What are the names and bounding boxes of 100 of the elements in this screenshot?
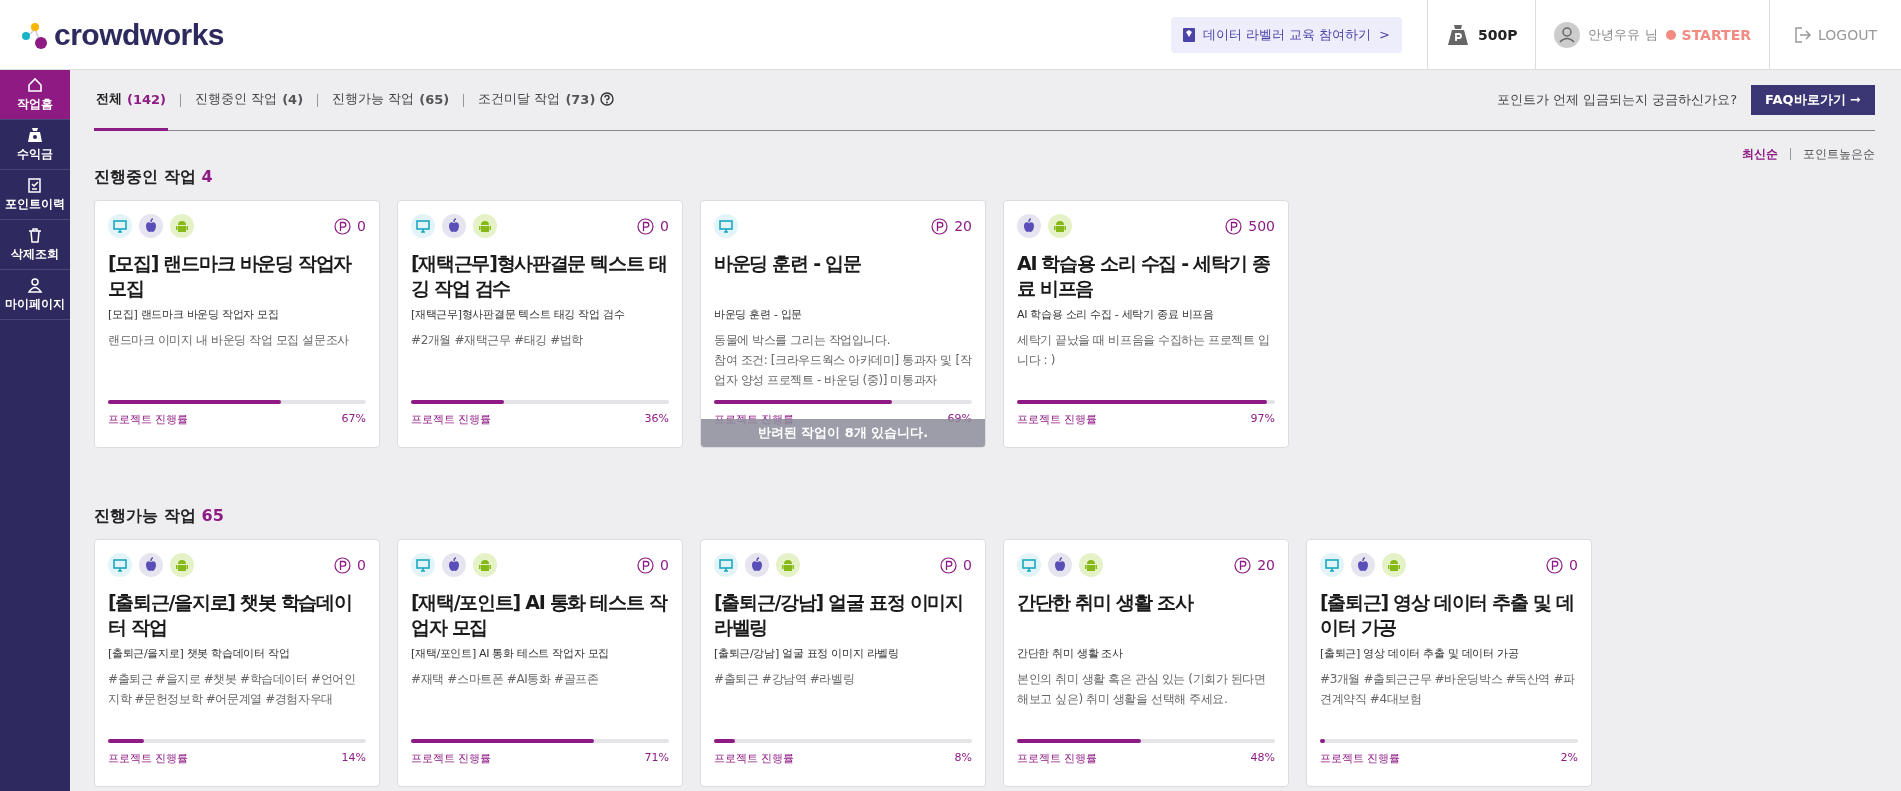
monitor-icon (714, 553, 738, 577)
point-value: 0 (660, 218, 669, 234)
progress-percent: 2% (1560, 751, 1578, 766)
point-coin-icon (334, 217, 352, 235)
card-title: [모집] 랜드마크 바운딩 작업자 모집 (108, 251, 353, 301)
avatar-icon (1554, 21, 1581, 48)
card-subtitle: 바운딩 훈련 - 입문 (714, 307, 804, 322)
point-coin-icon (1225, 217, 1243, 235)
filter-tab[interactable]: 진행중인 작업 (4) (193, 70, 306, 131)
card-title: [재택/포인트] AI 통화 테스트 작업자 모집 (411, 590, 669, 640)
apple-icon (1048, 553, 1072, 577)
faq-question: 포인트가 언제 입금되는지 궁금하신가요? (1496, 91, 1738, 109)
card-subtitle: [모집] 랜드마크 바운딩 작업자 모집 (108, 307, 280, 322)
card-subtitle: [출퇴근/을지로] 챗봇 학습데이터 작업 (108, 646, 291, 661)
progress-label: 프로젝트 진행률 (1017, 751, 1098, 766)
apple-icon (139, 553, 163, 577)
progress-label: 프로젝트 진행률 (108, 412, 189, 427)
filter-tab[interactable]: 진행가능 작업 (65) (330, 70, 452, 131)
progress-percent: 14% (341, 751, 366, 766)
card-description: #출퇴근 #을지로 #챗봇 #학습데이터 #언어인지학 #문헌정보학 #어문계열 #경험자우대 (108, 671, 357, 708)
progress-label: 프로젝트 진행률 (1017, 412, 1098, 427)
progress-percent: 48% (1250, 751, 1275, 766)
task-card[interactable]: 0 [출퇴근/을지로] 챗봇 학습데이터 작업 [출퇴근/을지로] 챗봇 학습데이터 작업 #출퇴근 #을지로 #챗봇 #학습데이터 #언어인지학 #문헌정보학 #어문계열 #경험자우대 프로젝트 진행률 14% (94, 539, 380, 787)
task-card[interactable]: 20 간단한 취미 생활 조사 간단한 취미 생활 조사 본인의 취미 생활 혹은 관심 있는 (기회가 된다면 해보고 싶은) 취미 생활을 선택해 주세요. 프로젝트 진행률 48% (1003, 539, 1289, 787)
android-icon (1079, 553, 1103, 577)
monitor-icon (714, 214, 738, 238)
monitor-icon (1320, 553, 1344, 577)
progress-label: 프로젝트 진행률 (1320, 751, 1401, 766)
progress-label: 프로젝트 진행률 (714, 751, 795, 766)
card-title: 간단한 취미 생활 조사 (1017, 590, 1194, 615)
section-title: 진행중인 작업 (94, 167, 196, 188)
sidebar-item[interactable]: 수익금 (0, 120, 70, 170)
card-description: #3개월 #출퇴근근무 #바운딩박스 #독산역 #파견계약직 #4대보험 (1320, 671, 1576, 708)
card-subtitle: AI 학습용 소리 수집 - 세탁기 종료 비프음 (1017, 307, 1215, 322)
point-coin-icon (940, 556, 958, 574)
progress-percent: 69% (947, 412, 972, 427)
card-title: AI 학습용 소리 수집 - 세탁기 종료 비프음 (1017, 251, 1271, 301)
task-card[interactable]: 500 AI 학습용 소리 수집 - 세탁기 종료 비프음 AI 학습용 소리 수집 - 세탁기 종료 비프음 세탁기 끝났을 때 비프음을 수집하는 프로젝트 입니다 : ) 프로젝트 진행률 97% (1003, 200, 1289, 448)
monitor-icon (1017, 553, 1041, 577)
card-description: 세탁기 끝났을 때 비프음을 수집하는 프로젝트 입니다 : ) (1017, 332, 1271, 369)
points-balance: 500P (1477, 26, 1518, 43)
progress-percent: 67% (341, 412, 366, 427)
card-title: 바운딩 훈련 - 입문 (714, 251, 862, 276)
task-card[interactable]: 0 [재택/포인트] AI 통화 테스트 작업자 모집 [재택/포인트] AI 통화 테스트 작업자 모집 #재택 #스마트폰 #AI통화 #골프존 프로젝트 진행률 71% (397, 539, 683, 787)
apple-icon (139, 214, 163, 238)
card-description: #출퇴근 #강남역 #라벨링 (714, 671, 856, 688)
progress-label: 프로젝트 진행률 (411, 751, 492, 766)
apple-icon (1017, 214, 1041, 238)
filter-tab[interactable]: 전체 (142) (94, 70, 169, 131)
card-title: [출퇴근/강남] 얼굴 표정 이미지 라벨링 (714, 590, 964, 640)
education-button[interactable]: 데이터 라벨러 교육 참여하기 > (1170, 16, 1402, 53)
bookmark-icon (1182, 27, 1195, 42)
android-icon (170, 214, 194, 238)
android-icon (473, 214, 497, 238)
card-description: #재택 #스마트폰 #AI통화 #골프존 (411, 671, 600, 688)
sort-link[interactable]: 포인트높은순 (1803, 145, 1875, 163)
sidebar-item[interactable]: 포인트이력 (0, 170, 70, 220)
point-value: 0 (1569, 557, 1578, 573)
progress-percent: 71% (644, 751, 669, 766)
point-coin-icon (637, 217, 655, 235)
task-card[interactable]: 0 [출퇴근/강남] 얼굴 표정 이미지 라벨링 [출퇴근/강남] 얼굴 표정 이미지 라벨링 #출퇴근 #강남역 #라벨링 프로젝트 진행률 8% (700, 539, 986, 787)
point-coin-icon (334, 556, 352, 574)
card-title: [출퇴근] 영상 데이터 추출 및 데이터 가공 (1320, 590, 1575, 640)
android-icon (170, 553, 194, 577)
android-icon (1382, 553, 1406, 577)
user-icon (27, 276, 43, 293)
task-card[interactable]: 0 [출퇴근] 영상 데이터 추출 및 데이터 가공 [출퇴근] 영상 데이터 추출 및 데이터 가공 #3개월 #출퇴근근무 #바운딩박스 #독산역 #파견계약직 #4대보험 프로젝트 진행률 2% (1306, 539, 1592, 787)
monitor-icon (411, 553, 435, 577)
task-card[interactable]: 0 [재택근무]형사판결문 텍스트 태깅 작업 검수 [재택근무]형사판결문 텍스트 태깅 작업 검수 #2개월 #재택근무 #태깅 #법학 프로젝트 진행률 36% (397, 200, 683, 448)
point-coin-icon (1234, 556, 1252, 574)
sort-link[interactable]: 최신순 (1742, 145, 1778, 163)
card-description: 랜드마크 이미지 내 바운딩 작업 모집 설문조사 (108, 332, 350, 349)
card-subtitle: [재택/포인트] AI 통화 테스트 작업자 모집 (411, 646, 611, 661)
section-count: 65 (201, 506, 224, 527)
checklist-icon (27, 176, 43, 193)
card-subtitle: [재택근무]형사판결문 텍스트 태깅 작업 검수 (411, 307, 626, 322)
card-description: 본인의 취미 생활 혹은 관심 있는 (기회가 된다면 해보고 싶은) 취미 생활을 선택해 주세요. (1017, 671, 1267, 708)
sidebar-item[interactable]: 작업홈 (0, 70, 70, 120)
home-icon (27, 76, 43, 93)
sidebar-item[interactable]: 삭제조회 (0, 220, 70, 270)
android-icon (1048, 214, 1072, 238)
point-value: 20 (1257, 557, 1275, 573)
progress-percent: 8% (954, 751, 972, 766)
monitor-icon (108, 214, 132, 238)
point-value: 0 (357, 218, 366, 234)
point-value: 20 (954, 218, 972, 234)
filter-tab[interactable]: 조건미달 작업 (73) (476, 70, 617, 131)
progress-percent: 97% (1250, 412, 1275, 427)
point-value: 0 (660, 557, 669, 573)
apple-icon (745, 553, 769, 577)
section-count: 4 (201, 167, 213, 188)
money-bag-icon (27, 126, 43, 143)
android-icon (473, 553, 497, 577)
faq-button[interactable]: FAQ바로가기 ➞ (1751, 85, 1875, 115)
point-value: 500 (1248, 218, 1275, 234)
section-title: 진행가능 작업 (94, 506, 196, 527)
progress-label: 프로젝트 진행률 (411, 412, 492, 427)
points-bag-icon (1445, 22, 1470, 47)
sidebar-item[interactable]: 마이페이지 (0, 270, 70, 320)
task-card[interactable]: 0 [모집] 랜드마크 바운딩 작업자 모집 [모집] 랜드마크 바운딩 작업자 모집 랜드마크 이미지 내 바운딩 작업 모집 설문조사 프로젝트 진행률 67% (94, 200, 380, 448)
